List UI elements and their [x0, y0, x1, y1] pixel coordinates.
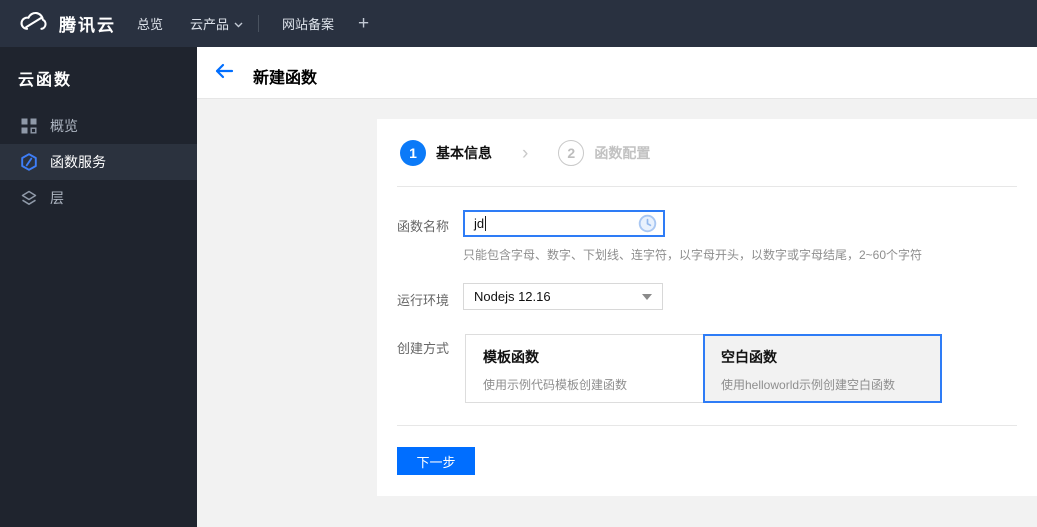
cloud-logo-icon — [18, 9, 49, 39]
step-2-label: 函数配置 — [594, 145, 651, 161]
sidebar-item-function-service[interactable]: 函数服务 — [0, 144, 197, 180]
text-cursor — [485, 216, 487, 231]
sidebar: 云函数 概览 函数服务 层 — [0, 47, 197, 527]
function-name-input[interactable]: jd — [463, 210, 665, 237]
runtime-select[interactable]: Nodejs 12.16 — [463, 283, 663, 310]
nav-products-label: 云产品 — [190, 17, 230, 32]
creation-method-label: 创建方式 — [397, 341, 450, 356]
function-name-value: jd — [474, 216, 485, 231]
next-step-button[interactable]: 下一步 — [397, 447, 475, 475]
grid-icon — [20, 117, 38, 135]
app-window: 腾讯云 总览 云产品 网站备案 + 云函数 概览 函数服务 层 新建函数 1 基… — [0, 0, 1037, 527]
content-area: 1 基本信息 › 2 函数配置 函数名称 jd 只能包含字母、数字、下划线、连字… — [197, 99, 1037, 527]
option-title: 模板函数 — [483, 349, 539, 365]
nav-item-website-beian[interactable]: 网站备案 — [282, 0, 334, 47]
sidebar-item-label: 概览 — [50, 118, 78, 134]
sidebar-title: 云函数 — [18, 72, 73, 89]
step-2-circle: 2 — [558, 140, 585, 166]
sidebar-item-overview[interactable]: 概览 — [0, 108, 197, 144]
page-header: 新建函数 — [197, 47, 1037, 99]
caret-down-icon — [642, 293, 652, 300]
create-function-panel: 1 基本信息 › 2 函数配置 函数名称 jd 只能包含字母、数字、下划线、连字… — [377, 119, 1037, 496]
step-1-label: 基本信息 — [436, 145, 492, 161]
add-tab-button[interactable]: + — [358, 0, 369, 47]
option-card-template-function[interactable]: 模板函数 使用示例代码模板创建函数 — [465, 334, 704, 403]
clock-icon — [638, 214, 657, 233]
function-name-hint: 只能包含字母、数字、下划线、连字符，以字母开头，以数字或字母结尾，2~60个字符 — [463, 248, 923, 262]
creation-method-options: 模板函数 使用示例代码模板创建函数 空白函数 使用helloworld示例创建空… — [465, 334, 942, 403]
step-1-circle: 1 — [400, 140, 426, 166]
sidebar-item-label: 层 — [50, 190, 64, 206]
layers-icon — [20, 189, 38, 207]
option-description: 使用helloworld示例创建空白函数 — [721, 378, 896, 392]
nav-overview-label: 总览 — [137, 17, 164, 32]
back-button[interactable] — [213, 62, 235, 84]
plus-icon: + — [358, 12, 370, 34]
footer-divider — [397, 425, 1017, 426]
runtime-selected-value: Nodejs 12.16 — [474, 289, 551, 304]
nav-divider — [258, 15, 259, 32]
nav-item-cloud-products[interactable]: 云产品 — [190, 0, 243, 47]
nav-beian-label: 网站备案 — [282, 17, 335, 32]
nav-item-overview[interactable]: 总览 — [137, 0, 163, 47]
top-navbar: 腾讯云 总览 云产品 网站备案 + — [0, 0, 1037, 47]
sidebar-item-label: 函数服务 — [50, 154, 106, 170]
step-separator-chevron-icon: › — [522, 142, 529, 164]
tencent-cloud-logo[interactable]: 腾讯云 — [18, 0, 116, 47]
sidebar-item-layers[interactable]: 层 — [0, 180, 197, 216]
brand-name: 腾讯云 — [59, 16, 116, 35]
page-title: 新建函数 — [253, 70, 318, 87]
wizard-steps: 1 基本信息 › 2 函数配置 — [400, 140, 650, 166]
function-name-label: 函数名称 — [397, 219, 450, 234]
option-description: 使用示例代码模板创建函数 — [483, 378, 628, 392]
runtime-label: 运行环境 — [397, 293, 450, 308]
function-badge-icon — [20, 153, 38, 171]
option-card-blank-function[interactable]: 空白函数 使用helloworld示例创建空白函数 — [703, 334, 942, 403]
steps-divider — [397, 186, 1017, 187]
option-title: 空白函数 — [721, 349, 777, 365]
chevron-down-icon — [234, 16, 243, 31]
sidebar-menu: 概览 函数服务 层 — [0, 108, 197, 216]
back-arrow-icon — [214, 63, 234, 84]
